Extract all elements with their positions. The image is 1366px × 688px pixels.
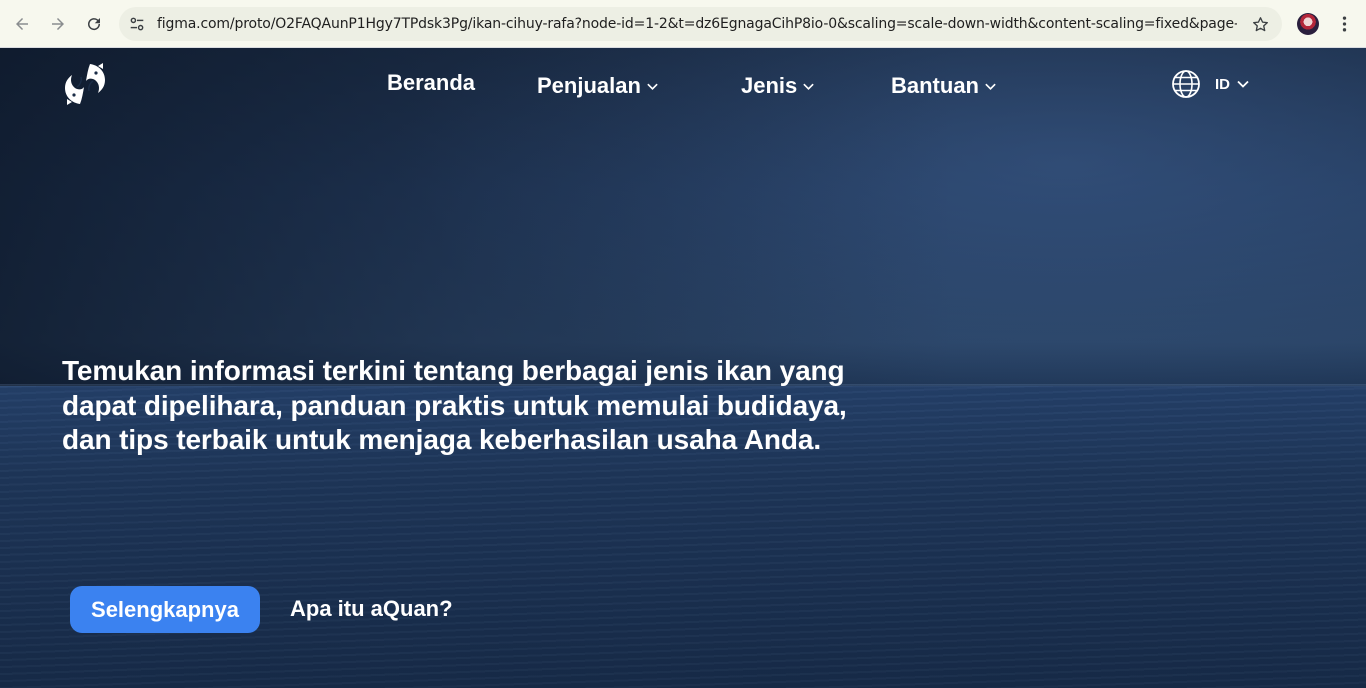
language-code: ID [1215,75,1230,93]
url-text[interactable]: figma.com/proto/O2FAQAunP1Hgy7TPdsk3Pg/i… [157,16,1237,32]
language-selector[interactable]: ID [1171,69,1250,99]
forward-arrow-icon[interactable] [44,10,72,38]
about-aquan-link[interactable]: Apa itu aQuan? [290,596,453,622]
nav-item-beranda[interactable]: Beranda [387,70,475,96]
reload-icon[interactable] [80,10,108,38]
chevron-down-icon [803,83,814,90]
bookmark-star-icon[interactable] [1250,14,1270,34]
nav-item-jenis[interactable]: Jenis [741,73,815,99]
nav-item-label: Bantuan [891,73,979,98]
sky-background [0,48,1366,393]
chevron-down-icon [647,83,658,90]
site-settings-icon[interactable] [127,14,147,34]
back-arrow-icon[interactable] [8,10,36,38]
profile-avatar[interactable] [1297,13,1319,35]
globe-icon [1172,70,1200,98]
hero-section: Beranda Penjualan Jenis Bantuan ID Temuk… [0,48,1366,688]
nav-item-label: Beranda [387,70,476,95]
chevron-down-icon [1237,80,1249,88]
more-menu-icon[interactable] [1334,13,1354,35]
nav-item-bantuan[interactable]: Bantuan [891,73,997,99]
nav-item-penjualan[interactable]: Penjualan [537,73,659,99]
selengkapnya-button[interactable]: Selengkapnya [70,586,260,633]
twin-fish-logo[interactable] [60,61,110,107]
hero-headline: Temukan informasi terkini tentang berbag… [62,355,847,455]
address-bar[interactable]: figma.com/proto/O2FAQAunP1Hgy7TPdsk3Pg/i… [119,7,1282,41]
nav-item-label: Penjualan [537,73,641,98]
browser-toolbar: figma.com/proto/O2FAQAunP1Hgy7TPdsk3Pg/i… [0,0,1366,48]
chevron-down-icon [985,83,996,90]
nav-item-label: Jenis [741,73,798,98]
